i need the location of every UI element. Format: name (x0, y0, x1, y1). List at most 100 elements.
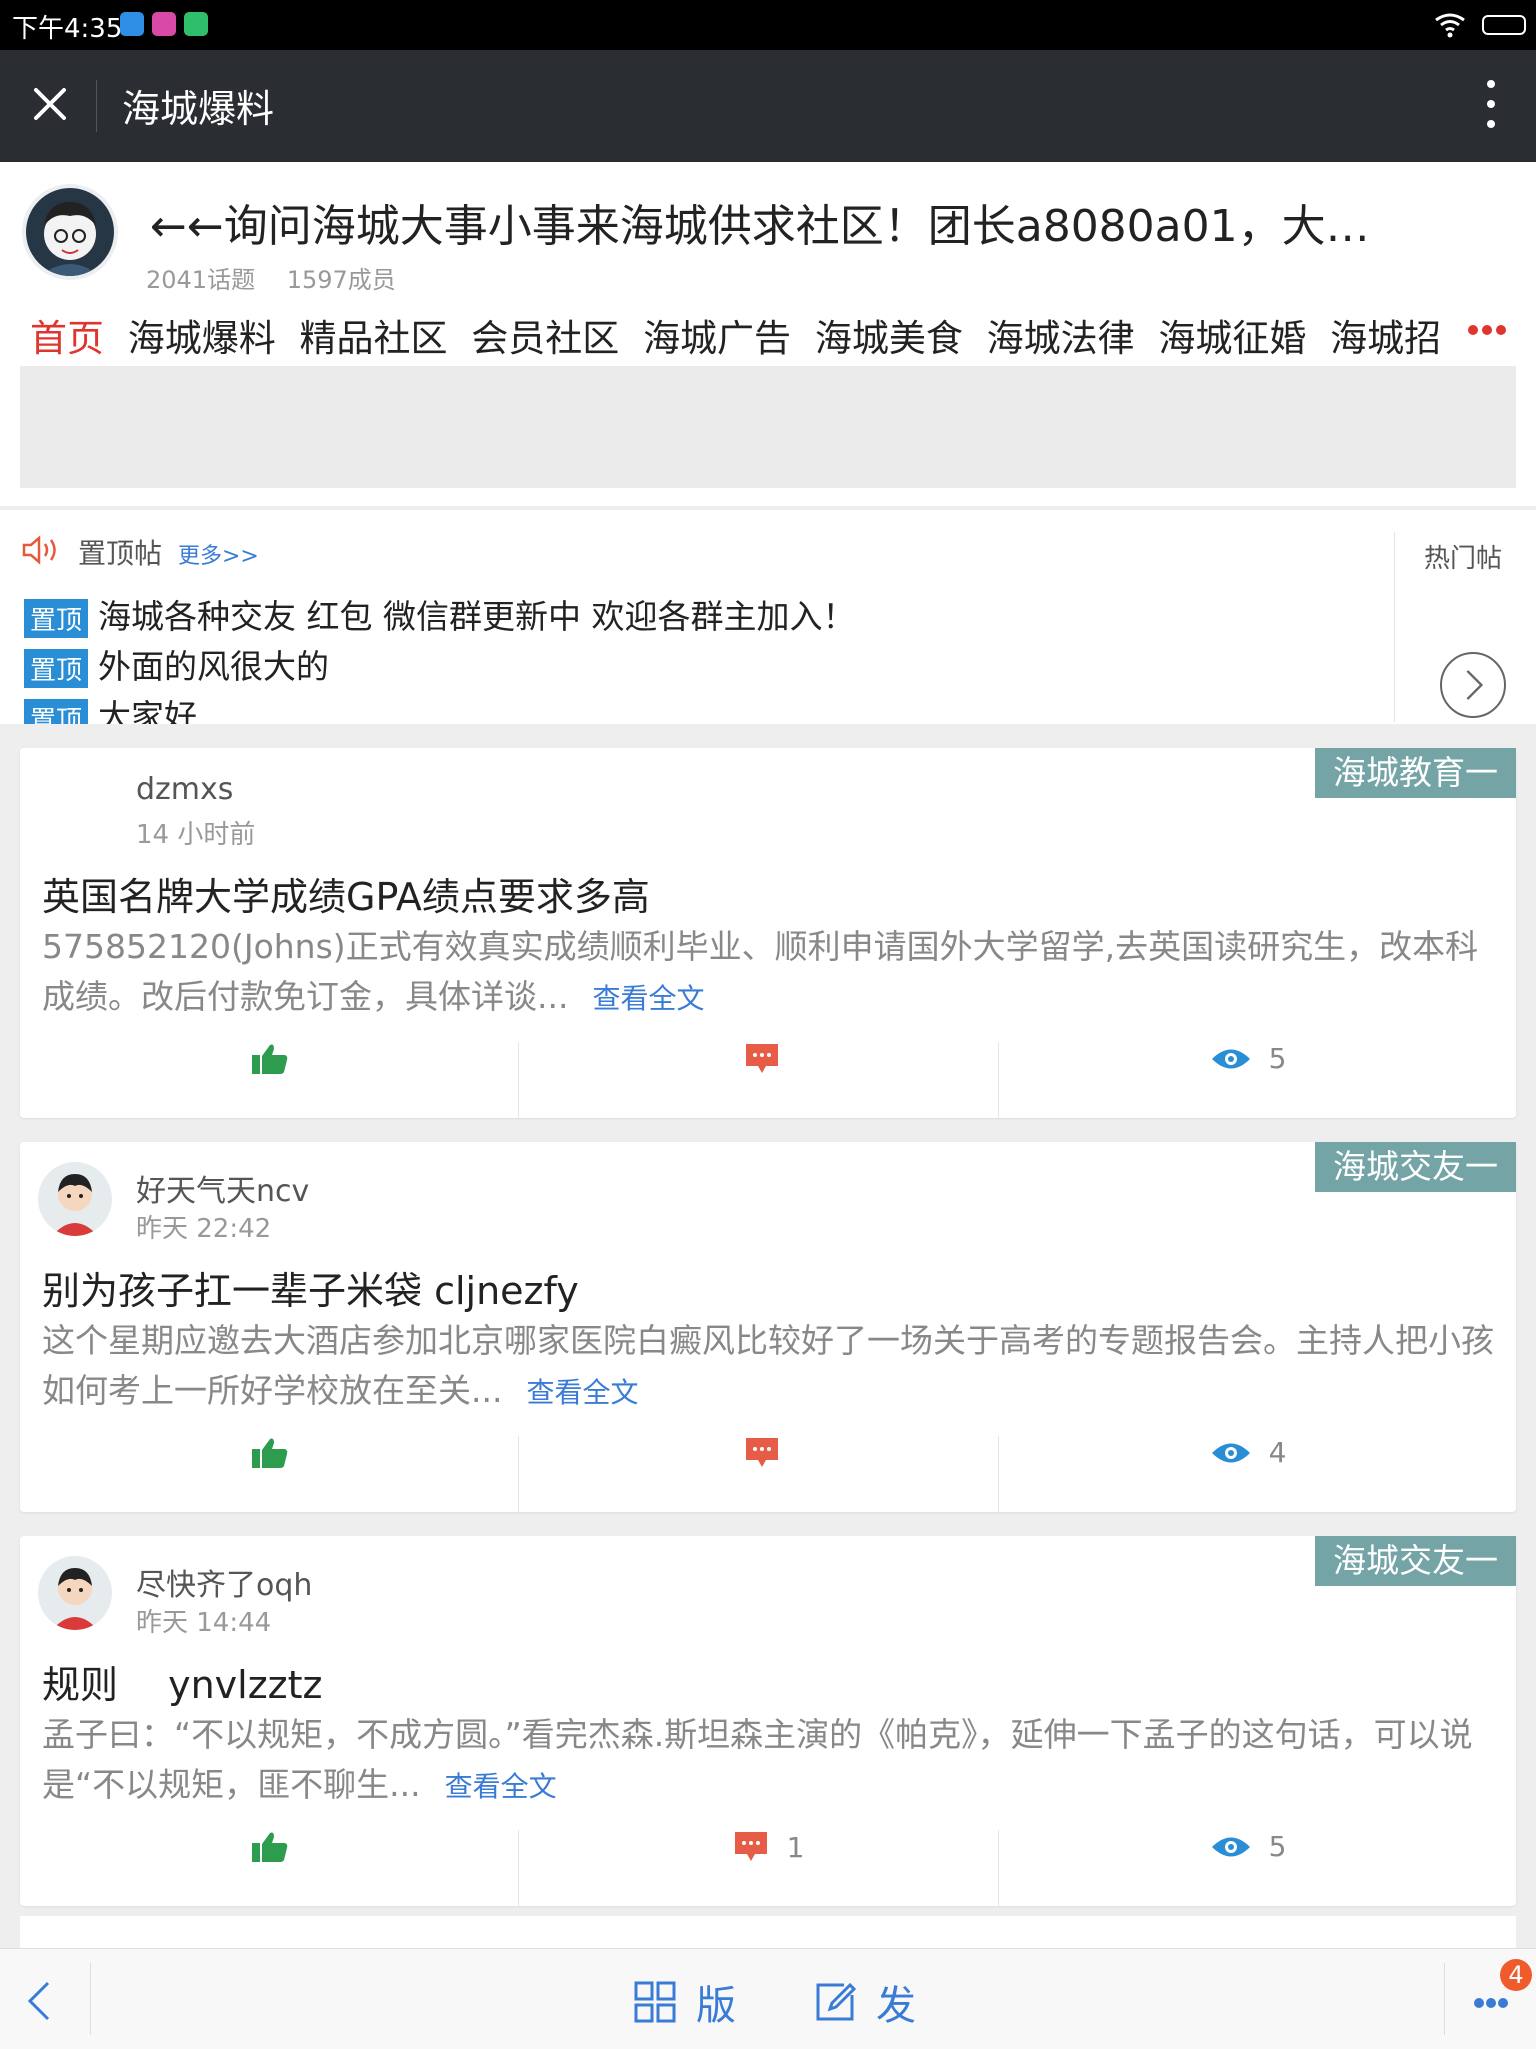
category-nav: 首页 海城爆料 精品社区 会员社区 海城广告 海城美食 海城法律 海城征婚 海城… (30, 308, 1453, 362)
excerpt-text: 这个星期应邀去大酒店参加北京哪家医院白癜风比较好了一场关于高考的专题报告会。主持… (42, 1321, 1494, 1410)
read-more-link[interactable]: 查看全文 (526, 1376, 638, 1409)
like-button[interactable] (30, 1042, 510, 1118)
app-notification-icon (152, 12, 176, 36)
page-title: 海城爆料 (122, 87, 275, 131)
post-time: 昨天 22:42 (136, 1214, 272, 1244)
pinned-more-link[interactable]: 更多>> (178, 538, 259, 570)
comment-icon (746, 1438, 778, 1467)
post-excerpt: 孟子曰：“不以规矩，不成方圆。”看完杰森.斯坦森主演的《帕克》，延伸一下孟子的这… (42, 1710, 1502, 1812)
pinned-item-title: 大家好 (98, 697, 198, 724)
close-icon[interactable] (28, 82, 72, 126)
pinned-tag: 置顶 (24, 699, 89, 724)
post-card[interactable]: 海城交友一 尽快齐了oqh 昨天 14:44 规则 ynvlzztz 孟子曰：“… (20, 1536, 1516, 1906)
view-count-button: 4 (1008, 1436, 1488, 1512)
author-name[interactable]: 尽快齐了oqh (136, 1560, 312, 1604)
view-count: 5 (1268, 1830, 1287, 1863)
comment-button[interactable] (528, 1042, 1008, 1118)
nav-item-jobs[interactable]: 海城招 (1330, 317, 1441, 360)
grid-icon (634, 1981, 676, 2023)
hot-posts-label[interactable]: 热门帖 (1424, 538, 1502, 575)
pinned-section: 置顶帖 更多>> 置顶 海城各种交友 红包 微信群更新中 欢迎各群主加入！ 置顶外… (0, 510, 1536, 724)
status-time: 下午4:35 (12, 14, 123, 44)
overflow-menu-icon[interactable] (1486, 80, 1496, 130)
post-time: 14 小时前 (136, 820, 256, 850)
author-name[interactable]: dzmxs (136, 772, 233, 807)
author-name[interactable]: 好天气天ncv (136, 1166, 309, 1210)
pinned-item[interactable]: 置顶 大家好 (24, 690, 197, 724)
nav-item-members[interactable]: 会员社区 (471, 317, 619, 360)
post-title[interactable]: 英国名牌大学成绩GPA绩点要求多高 (42, 866, 650, 921)
pinned-item-title: 海城各种交友 红包 微信群更新中 欢迎各群主加入！ (98, 597, 856, 636)
category-tag[interactable]: 海城交友一 (1315, 1142, 1516, 1192)
pinned-item[interactable]: 置顶 外面的风很大的 (24, 640, 329, 688)
nav-item-ads[interactable]: 海城广告 (643, 317, 791, 360)
bottom-toolbar: 版 发 4 (0, 1948, 1536, 2049)
read-more-link[interactable]: 查看全文 (445, 1770, 557, 1803)
battery-icon (1482, 15, 1526, 35)
nav-item-food[interactable]: 海城美食 (815, 317, 963, 360)
chevron-right-icon[interactable] (1440, 652, 1506, 718)
avatar[interactable] (38, 1556, 112, 1630)
app-notification-icon (120, 12, 144, 36)
post-title[interactable]: 别为孩子扛一辈子米袋 cljnezfy (42, 1260, 579, 1315)
speaker-icon (22, 535, 56, 565)
thumbs-up-icon (252, 1044, 288, 1074)
back-arrow-icon[interactable] (24, 1979, 54, 2023)
post-excerpt: 这个星期应邀去大酒店参加北京哪家医院白癜风比较好了一场关于高考的专题报告会。主持… (42, 1316, 1502, 1418)
nav-item-home[interactable]: 首页 (30, 317, 104, 360)
category-tag[interactable]: 海城教育一 (1315, 748, 1516, 798)
avatar[interactable] (38, 1162, 112, 1236)
post-actions: 4 (20, 1436, 1516, 1512)
group-stats: 2041话题 1597成员 (146, 260, 420, 295)
nav-item-dating[interactable]: 海城征婚 (1158, 317, 1306, 360)
app-notification-icon (184, 12, 208, 36)
nav-item-law[interactable]: 海城法律 (987, 317, 1135, 360)
member-count: 1597成员 (286, 266, 396, 294)
nav-item-news[interactable]: 海城爆料 (128, 317, 276, 360)
pinned-tag: 置顶 (24, 599, 89, 638)
post-time: 昨天 14:44 (136, 1608, 272, 1638)
compose-button[interactable]: 发 (814, 1973, 916, 2031)
banner-area[interactable] (20, 366, 1516, 488)
app-header: 海城爆料 (0, 50, 1536, 162)
eye-icon (1211, 1049, 1250, 1068)
pinned-item-title: 外面的风很大的 (98, 647, 330, 686)
pinned-tag: 置顶 (24, 649, 89, 688)
nav-item-featured[interactable]: 精品社区 (300, 317, 448, 360)
eye-icon (1211, 1837, 1250, 1856)
view-count: 4 (1268, 1436, 1287, 1469)
wifi-icon (1435, 13, 1465, 38)
compose-label: 发 (876, 1983, 916, 2029)
like-button[interactable] (30, 1436, 510, 1512)
group-avatar[interactable] (22, 184, 118, 280)
thumbs-up-icon (252, 1832, 288, 1862)
post-title[interactable]: 规则 ynvlzztz (42, 1654, 322, 1709)
comment-button[interactable]: 1 (528, 1830, 1008, 1906)
pinned-item[interactable]: 置顶 海城各种交友 红包 微信群更新中 欢迎各群主加入！ (24, 590, 856, 638)
view-count-button: 5 (1008, 1830, 1488, 1906)
post-actions: 5 (20, 1042, 1516, 1118)
edit-icon (816, 1982, 857, 2021)
group-name: ←←询问海城大事小事来海城供求社区！团长a8080a01，大家好！ (150, 201, 1380, 252)
nav-more-icon[interactable] (1464, 320, 1506, 339)
post-card[interactable]: 海城交友一 好天气天ncv 昨天 22:42 别为孩子扛一辈子米袋 cljnez… (20, 1142, 1516, 1512)
eye-icon (1211, 1443, 1250, 1462)
post-card[interactable]: 海城教育一 dzmxs 14 小时前 英国名牌大学成绩GPA绩点要求多高 575… (20, 748, 1516, 1118)
comment-icon (746, 1044, 778, 1073)
comment-count: 1 (786, 1830, 805, 1864)
more-menu-icon[interactable] (1474, 1993, 1510, 2012)
header-divider (96, 80, 97, 132)
board-button[interactable]: 版 (634, 1973, 736, 2031)
notification-badge: 4 (1500, 1959, 1532, 1991)
group-header: ←←询问海城大事小事来海城供求社区！团长a8080a01，大家好！ 2041话题… (0, 162, 1536, 506)
comment-button[interactable] (528, 1436, 1008, 1512)
thumbs-up-icon (252, 1438, 288, 1468)
status-bar: 下午4:35 (0, 0, 1536, 50)
view-count: 5 (1268, 1042, 1287, 1075)
post-excerpt: 575852120(Johns)正式有效真实成绩顺利毕业、顺利申请国外大学留学,… (42, 922, 1502, 1024)
like-button[interactable] (30, 1830, 510, 1906)
pinned-label: 置顶帖 (78, 537, 163, 570)
read-more-link[interactable]: 查看全文 (592, 982, 704, 1015)
category-tag[interactable]: 海城交友一 (1315, 1536, 1516, 1586)
post-actions: 1 5 (20, 1830, 1516, 1906)
